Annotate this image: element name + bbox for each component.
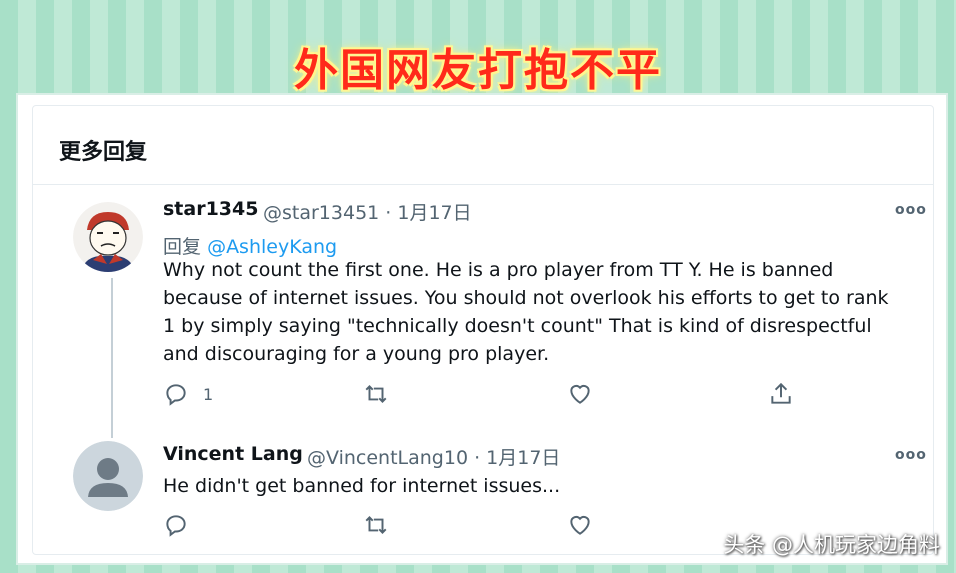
- share-icon: [771, 382, 791, 404]
- tweet-author-name[interactable]: Vincent Lang: [163, 443, 303, 465]
- tweet-text-line: 1 by simply saying "technically doesn't …: [163, 315, 872, 337]
- banner-title: 外国网友打抱不平: [294, 45, 662, 96]
- cartoon-avatar-icon: [73, 202, 143, 272]
- reply-icon: [166, 515, 186, 537]
- retweet-icon: [365, 385, 387, 403]
- like-icon: [570, 515, 590, 535]
- tweet-text-line: Why not count the first one. He is a pro…: [163, 259, 834, 281]
- tweet-text: He didn't get banned for internet issues…: [163, 475, 561, 497]
- tweet-text: Why not count the first one. He is a pro…: [163, 256, 889, 368]
- replying-to: 回复 @AshleyKang: [163, 232, 337, 259]
- like-button[interactable]: [567, 381, 593, 407]
- like-icon: [570, 384, 590, 404]
- reply-button[interactable]: [163, 512, 189, 538]
- replies-panel: 更多回复 star1345 @star13451 · 1月17日 ooo 回复 …: [32, 105, 934, 555]
- more-icon[interactable]: ooo: [895, 202, 927, 218]
- tweet-text-line: and discouraging for a young pro player.: [163, 343, 550, 365]
- reply-count: 1: [203, 384, 214, 404]
- like-button[interactable]: [567, 512, 593, 538]
- retweet-icon: [365, 516, 387, 534]
- mention-link[interactable]: @AshleyKang: [207, 236, 337, 258]
- tweet-handle-time[interactable]: @VincentLang10 · 1月17日: [307, 443, 560, 470]
- more-icon[interactable]: ooo: [895, 447, 927, 463]
- reply-icon: [166, 384, 186, 406]
- tweet-handle-time[interactable]: @star13451 · 1月17日: [263, 198, 472, 225]
- content-card: 更多回复 star1345 @star13451 · 1月17日 ooo 回复 …: [16, 93, 948, 565]
- replying-label: 回复: [163, 236, 202, 258]
- share-button[interactable]: [768, 381, 794, 407]
- avatar-vincent-lang[interactable]: [73, 441, 143, 511]
- thread-connector: [111, 278, 113, 438]
- section-title: 更多回复: [59, 140, 148, 165]
- tweet-author-name[interactable]: star1345: [163, 198, 258, 220]
- default-user-icon: [73, 441, 143, 511]
- tweet-text-line: because of internet issues. You should n…: [163, 287, 889, 309]
- avatar-star1345[interactable]: [73, 202, 143, 272]
- reply-button[interactable]: 1: [163, 381, 213, 407]
- retweet-button[interactable]: [363, 512, 389, 538]
- watermark-text: 头条 @人机玩家边角料: [723, 533, 940, 557]
- section-divider: [33, 184, 933, 185]
- retweet-button[interactable]: [363, 381, 389, 407]
